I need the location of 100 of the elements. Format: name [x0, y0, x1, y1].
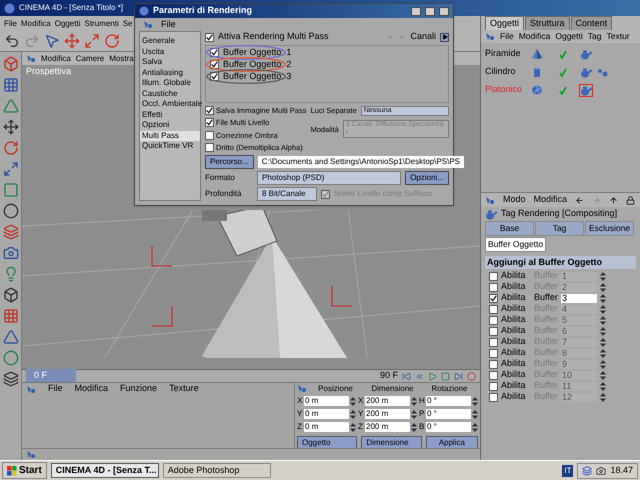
menu-item[interactable]: Tag — [588, 30, 602, 43]
back-arrow-icon[interactable] — [575, 196, 584, 204]
checkbox[interactable] — [489, 326, 498, 336]
menu-item[interactable]: Modifica — [20, 18, 51, 30]
tab[interactable]: Buffer Oggetto — [485, 236, 546, 252]
checkbox[interactable] — [489, 360, 498, 368]
settings-item[interactable]: QuickTime VR — [140, 141, 200, 152]
settings-item[interactable]: Salva — [140, 57, 200, 68]
value-field[interactable]: 0 m — [304, 409, 349, 419]
value-field[interactable]: 200 m — [365, 396, 410, 406]
settings-item[interactable]: Multi Pass — [140, 130, 200, 141]
taskbar-button[interactable]: CINEMA 4D - [Senza T... — [50, 462, 159, 478]
close-button[interactable] — [439, 6, 449, 16]
scale-icon[interactable] — [2, 161, 18, 177]
value-field[interactable]: 0 ° — [426, 422, 471, 432]
browse-button[interactable]: Percorso... — [205, 155, 254, 169]
checkbox[interactable] — [489, 392, 498, 402]
skip-back-icon[interactable] — [402, 372, 411, 380]
menu-item[interactable]: Oggetti — [54, 18, 80, 30]
dropdown[interactable]: Dimensione — [361, 436, 422, 449]
tab[interactable]: Content — [570, 16, 612, 30]
pointer-icon[interactable] — [44, 33, 60, 49]
tab[interactable]: Struttura — [525, 16, 570, 30]
triangle-icon[interactable] — [2, 329, 18, 345]
spinner-icon[interactable] — [600, 370, 606, 380]
menu-item[interactable]: File — [500, 30, 514, 43]
menu-item[interactable]: Funzione — [120, 382, 158, 396]
menu-item[interactable]: Modifica — [518, 30, 550, 43]
menu-item[interactable]: Modifica — [74, 382, 108, 396]
spinner-icon[interactable] — [600, 392, 606, 402]
camera-icon[interactable] — [2, 245, 18, 261]
menu-item[interactable]: File — [4, 18, 17, 30]
scale-icon[interactable] — [84, 33, 100, 49]
menu-item[interactable]: Texture — [169, 382, 199, 396]
dropdown[interactable]: 8 Bit/Canale — [257, 187, 317, 201]
settings-item[interactable]: Opzioni — [140, 120, 200, 130]
options-button[interactable]: Opzioni... — [405, 171, 449, 185]
skip-forward-icon[interactable] — [454, 372, 463, 380]
value-field[interactable]: 200 m — [365, 422, 410, 432]
spinner-icon[interactable] — [600, 272, 606, 280]
buffer-field[interactable]: 3 — [561, 294, 597, 302]
apply-button[interactable]: Applica — [426, 436, 478, 449]
checkbox[interactable] — [489, 338, 498, 346]
checkbox[interactable] — [205, 32, 214, 42]
menu-item[interactable]: Oggetti — [555, 30, 583, 43]
spinner-icon[interactable] — [600, 316, 606, 324]
dropdown[interactable]: Oggetto — [297, 436, 358, 449]
undo-icon[interactable] — [4, 33, 20, 49]
checkbox[interactable] — [205, 130, 214, 140]
checkbox[interactable] — [205, 106, 214, 116]
menu-item[interactable]: Modifica — [534, 193, 568, 207]
spinner-icon[interactable] — [600, 382, 606, 390]
value-field[interactable]: 0 m — [304, 396, 349, 406]
object-name[interactable]: Piramide — [485, 47, 527, 61]
value-field[interactable]: 0 ° — [426, 396, 471, 406]
settings-item[interactable]: Antialiasing — [140, 68, 200, 78]
object-name[interactable]: Cilindro — [485, 65, 527, 79]
spinner-icon[interactable] — [600, 282, 606, 292]
menu-item[interactable]: Modo — [503, 193, 526, 207]
minimize-button[interactable] — [411, 6, 421, 16]
move-icon[interactable] — [2, 119, 18, 135]
menu-item[interactable]: Se — [122, 18, 133, 30]
menu-item[interactable]: File — [161, 18, 176, 32]
settings-item[interactable]: Illum. Globale — [140, 78, 200, 88]
rewind-icon[interactable] — [415, 372, 424, 380]
checkbox[interactable] — [489, 282, 498, 292]
language-indicator[interactable]: IT — [562, 464, 574, 476]
up-arrow-icon[interactable] — [609, 196, 618, 204]
cube-icon[interactable] — [2, 287, 18, 303]
spinner-icon[interactable] — [600, 348, 606, 358]
tab[interactable]: Tag — [535, 221, 584, 236]
spinner-icon[interactable] — [600, 304, 606, 314]
checkbox[interactable] — [489, 304, 498, 314]
checkbox[interactable] — [489, 382, 498, 390]
taskbar-button[interactable]: Adobe Photoshop — [162, 462, 271, 478]
menu-item[interactable]: Strumenti — [84, 18, 119, 30]
checkbox[interactable] — [489, 316, 498, 324]
value-field[interactable]: 200 m — [365, 409, 410, 419]
checkbox[interactable] — [205, 142, 214, 152]
path-field[interactable]: C:\Documents and Settings\AntonioSp1\Desktop\PS\PS — [258, 156, 464, 168]
grid-icon[interactable] — [2, 77, 18, 93]
dropdown[interactable]: Photoshop (PSD) — [257, 171, 402, 185]
checkbox[interactable] — [489, 272, 498, 280]
tab[interactable]: Oggetti — [485, 16, 524, 30]
lock-icon[interactable] — [626, 196, 636, 204]
spinner-icon[interactable] — [600, 294, 606, 302]
layers-icon[interactable] — [2, 371, 18, 387]
value-field[interactable]: 0 m — [304, 422, 349, 432]
circle-icon[interactable] — [2, 203, 18, 219]
play-icon[interactable] — [440, 32, 449, 42]
menu-item[interactable]: Modifica — [41, 52, 71, 64]
timeline-bar[interactable]: 0 F 90 F — [22, 369, 480, 382]
spinner-icon[interactable] — [600, 338, 606, 346]
value-field[interactable]: 0 ° — [426, 409, 471, 419]
settings-item[interactable]: Effetti — [140, 110, 200, 120]
spinner-icon[interactable] — [600, 360, 606, 368]
maximize-button[interactable] — [425, 6, 435, 16]
rotate-icon[interactable] — [104, 33, 120, 49]
move-icon[interactable] — [64, 33, 80, 49]
checkbox[interactable] — [205, 118, 214, 128]
